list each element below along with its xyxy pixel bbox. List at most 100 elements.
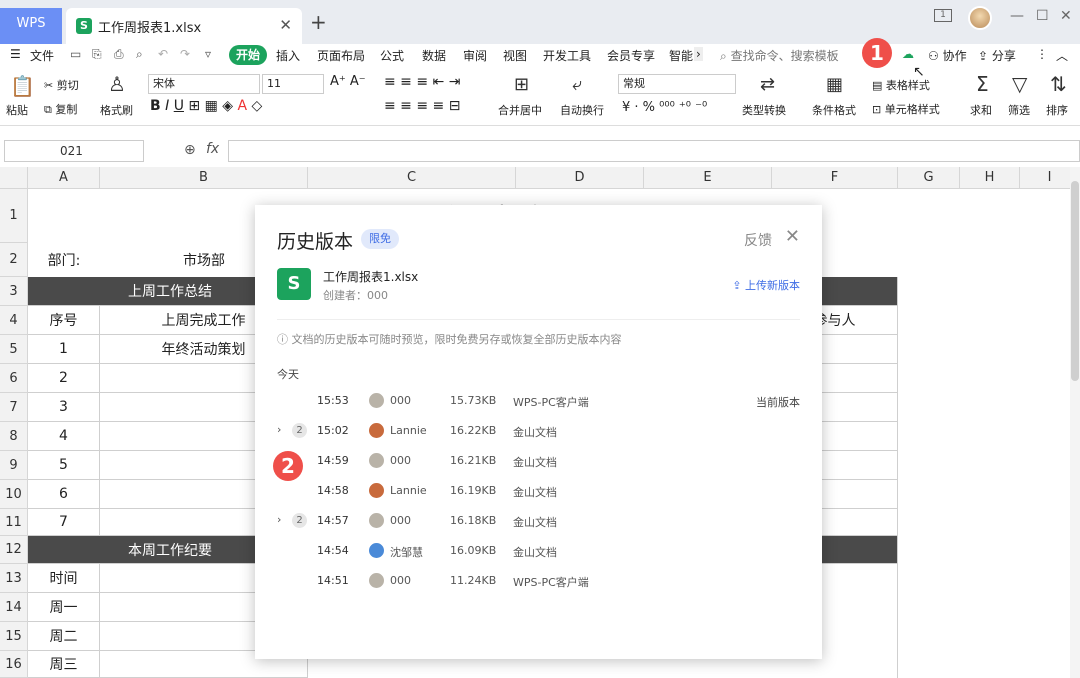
- seq-cell[interactable]: 5: [28, 451, 100, 480]
- format-painter-button[interactable]: 格式刷: [100, 102, 133, 118]
- menu-data[interactable]: 数据: [422, 47, 446, 64]
- row-header[interactable]: 2: [0, 243, 28, 277]
- font-name-select[interactable]: 宋体: [148, 74, 260, 94]
- version-row[interactable]: › 2 14:57 000 16.18KB 金山文档: [255, 509, 822, 533]
- expand-chevron-icon[interactable]: ›: [277, 513, 281, 526]
- seq-cell[interactable]: 6: [28, 480, 100, 509]
- day-cell[interactable]: 周二: [28, 622, 100, 651]
- sort-button[interactable]: 排序: [1046, 102, 1068, 118]
- cell-style-button[interactable]: ⊡ 单元格样式: [872, 101, 940, 117]
- menu-more-icon[interactable]: ›: [694, 47, 703, 61]
- column-header[interactable]: B: [100, 167, 308, 189]
- header-seq-cell[interactable]: 序号: [28, 306, 100, 335]
- column-header[interactable]: E: [644, 167, 772, 189]
- menu-insert[interactable]: 插入: [276, 47, 300, 64]
- conditional-format-icon[interactable]: ▦: [826, 74, 843, 95]
- font-size-select[interactable]: 11: [262, 74, 324, 94]
- export-pdf-icon[interactable]: ⎘: [92, 47, 102, 62]
- dialog-close-icon[interactable]: ✕: [785, 226, 800, 247]
- function-icon[interactable]: fx: [206, 141, 219, 157]
- number-format-select[interactable]: 常规: [618, 74, 736, 94]
- maximize-icon[interactable]: ☐: [1036, 8, 1049, 24]
- seq-cell[interactable]: 7: [28, 509, 100, 536]
- menu-page-layout[interactable]: 页面布局: [317, 47, 365, 64]
- number-format-buttons[interactable]: ¥ · % ⁰⁰⁰ ⁺⁰ ⁻⁰: [622, 100, 707, 115]
- row-header[interactable]: 9: [0, 451, 28, 480]
- version-row[interactable]: › 2 15:02 Lannie 16.22KB 金山文档: [255, 419, 822, 443]
- row-header[interactable]: 4: [0, 306, 28, 335]
- close-tab-icon[interactable]: ✕: [279, 16, 292, 34]
- seq-cell[interactable]: 2: [28, 364, 100, 393]
- sort-icon[interactable]: ⇅: [1050, 72, 1067, 96]
- column-header[interactable]: G: [898, 167, 960, 189]
- menu-review[interactable]: 审阅: [463, 47, 487, 64]
- row-header[interactable]: 11: [0, 509, 28, 536]
- auto-wrap-button[interactable]: 自动换行: [560, 102, 604, 118]
- expand-chevron-icon[interactable]: ›: [277, 423, 281, 436]
- row-header[interactable]: 1: [0, 189, 28, 243]
- row-header[interactable]: 8: [0, 422, 28, 451]
- print-icon[interactable]: ⎙: [114, 47, 124, 62]
- dept-label-cell[interactable]: 部门:: [28, 243, 100, 277]
- menu-view[interactable]: 视图: [503, 47, 527, 64]
- row-header[interactable]: 12: [0, 536, 28, 564]
- menu-formula[interactable]: 公式: [380, 47, 404, 64]
- auto-wrap-icon[interactable]: ⤶: [572, 74, 582, 95]
- conditional-format-button[interactable]: 条件格式: [812, 102, 856, 118]
- menu-file[interactable]: 文件: [30, 47, 54, 64]
- window-switch-icon[interactable]: 1: [934, 9, 952, 22]
- formula-input[interactable]: [228, 140, 1080, 162]
- more-options-icon[interactable]: ⋮: [1036, 47, 1048, 61]
- select-all-corner[interactable]: [0, 167, 28, 189]
- row-header[interactable]: 5: [0, 335, 28, 364]
- collaborate-button[interactable]: ⚇ 协作: [928, 47, 967, 64]
- version-row[interactable]: 14:59 000 16.21KB 金山文档: [255, 449, 822, 473]
- upload-new-version-button[interactable]: ⇪ 上传新版本: [732, 277, 800, 293]
- user-avatar[interactable]: [968, 6, 992, 30]
- align-horizontal-buttons[interactable]: ≡ ≡ ≡ ≡ ⊟: [384, 98, 460, 114]
- column-header[interactable]: D: [516, 167, 644, 189]
- feedback-link[interactable]: 反馈: [744, 230, 772, 250]
- quick-save-icon[interactable]: ▭: [70, 47, 81, 61]
- menu-home[interactable]: 开始: [229, 45, 267, 65]
- merge-center-icon[interactable]: ⊞: [514, 74, 529, 95]
- cell-reference-box[interactable]: 021: [4, 140, 144, 162]
- filter-icon[interactable]: ▽: [1012, 72, 1027, 96]
- row-header[interactable]: 10: [0, 480, 28, 509]
- window-close-icon[interactable]: ✕: [1060, 8, 1072, 24]
- copy-button[interactable]: ⧉ 复制: [44, 101, 77, 117]
- seq-cell[interactable]: 1: [28, 335, 100, 364]
- type-convert-icon[interactable]: ⇄: [760, 74, 775, 95]
- print-preview-icon[interactable]: ⌕: [136, 47, 143, 62]
- version-row[interactable]: 14:54 沈邹慧 16.09KB 金山文档: [255, 539, 822, 563]
- cut-button[interactable]: ✂ 剪切: [44, 77, 79, 93]
- font-grow-icon[interactable]: A⁺ A⁻: [330, 74, 366, 89]
- vertical-scrollbar[interactable]: [1070, 167, 1080, 678]
- version-row[interactable]: 14:58 Lannie 16.19KB 金山文档: [255, 479, 822, 503]
- paste-icon[interactable]: 📋: [10, 74, 35, 98]
- type-convert-button[interactable]: 类型转换: [742, 102, 786, 118]
- column-header[interactable]: A: [28, 167, 100, 189]
- wps-home-tab[interactable]: WPS: [0, 8, 62, 44]
- sum-icon[interactable]: Σ: [976, 72, 989, 96]
- column-header[interactable]: H: [960, 167, 1020, 189]
- command-search[interactable]: ⌕ 查找命令、搜索模板: [720, 47, 839, 64]
- day-cell[interactable]: 周三: [28, 651, 100, 678]
- format-painter-icon[interactable]: ♙: [108, 72, 126, 96]
- column-header[interactable]: F: [772, 167, 898, 189]
- seq-cell[interactable]: 3: [28, 393, 100, 422]
- merge-center-button[interactable]: 合并居中: [498, 102, 542, 118]
- menu-developer[interactable]: 开发工具: [543, 47, 591, 64]
- zoom-icon[interactable]: ⊕: [184, 142, 196, 158]
- column-header[interactable]: C: [308, 167, 516, 189]
- collapse-ribbon-icon[interactable]: ︿: [1056, 47, 1068, 64]
- customize-dropdown-icon[interactable]: ▿: [205, 47, 211, 61]
- header-time-cell[interactable]: 时间: [28, 564, 100, 593]
- share-button[interactable]: ⇪ 分享: [978, 47, 1016, 64]
- minimize-icon[interactable]: —: [1010, 8, 1024, 24]
- paste-button[interactable]: 粘贴: [6, 102, 28, 118]
- row-header[interactable]: 16: [0, 651, 28, 678]
- row-header[interactable]: 6: [0, 364, 28, 393]
- hamburger-icon[interactable]: ☰: [10, 47, 21, 61]
- scrollbar-thumb[interactable]: [1071, 181, 1079, 381]
